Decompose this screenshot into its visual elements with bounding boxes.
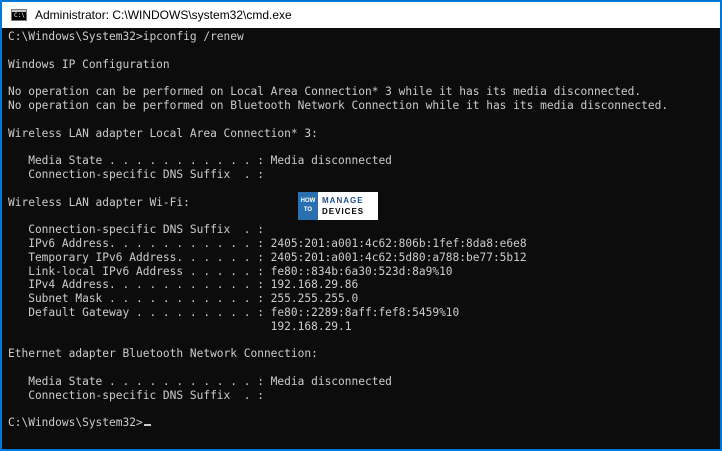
- prompt-line: C:\Windows\System32>: [8, 416, 714, 430]
- console-line: Windows IP Configuration: [8, 57, 170, 71]
- cmd-icon: C:\: [11, 9, 27, 21]
- console-line: Connection-specific DNS Suffix . :: [8, 167, 264, 181]
- console-line: Wireless LAN adapter Local Area Connecti…: [8, 126, 318, 140]
- console-line: IPv4 Address. . . . . . . . . . . : 192.…: [8, 278, 359, 292]
- console-line: Subnet Mask . . . . . . . . . . . : 255.…: [8, 292, 359, 306]
- console-line: No operation can be performed on Local A…: [8, 85, 642, 99]
- console-line: Ethernet adapter Bluetooth Network Conne…: [8, 347, 318, 361]
- logo-manage-text: MANAGE: [322, 196, 364, 205]
- text-cursor: [143, 424, 151, 427]
- console-output[interactable]: C:\Windows\System32>ipconfig /renew Windo…: [8, 30, 714, 430]
- logo-how-to-block: HOW TO: [298, 192, 318, 220]
- console-line: Media State . . . . . . . . . . . : Medi…: [8, 154, 392, 168]
- console-line: Default Gateway . . . . . . . . . : fe80…: [8, 305, 460, 319]
- console-line: Temporary IPv6 Address. . . . . . : 2405…: [8, 250, 527, 264]
- prompt-text: C:\Windows\System32>: [8, 416, 143, 430]
- console-line: IPv6 Address. . . . . . . . . . . : 2405…: [8, 236, 527, 250]
- console-line: Media State . . . . . . . . . . . : Medi…: [8, 374, 392, 388]
- logo-text-block: MANAGE DEVICES: [322, 195, 364, 217]
- cmd-window: C:\ Administrator: C:\WINDOWS\system32\c…: [0, 0, 722, 451]
- window-title: Administrator: C:\WINDOWS\system32\cmd.e…: [35, 8, 292, 22]
- logo-how-text: HOW: [300, 198, 316, 204]
- console-line: C:\Windows\System32>ipconfig /renew: [8, 30, 244, 43]
- console-line: Connection-specific DNS Suffix . :: [8, 388, 264, 402]
- console-line: No operation can be performed on Bluetoo…: [8, 98, 669, 112]
- console-line: Connection-specific DNS Suffix . :: [8, 223, 264, 237]
- howtomanagedevices-logo: HOW TO MANAGE DEVICES: [298, 192, 378, 220]
- console-line: Link-local IPv6 Address . . . . . : fe80…: [8, 264, 453, 278]
- title-bar[interactable]: C:\ Administrator: C:\WINDOWS\system32\c…: [2, 2, 720, 28]
- console-line: 192.168.29.1: [8, 319, 352, 333]
- logo-to-text: TO: [303, 207, 313, 213]
- logo-devices-text: DEVICES: [322, 207, 365, 216]
